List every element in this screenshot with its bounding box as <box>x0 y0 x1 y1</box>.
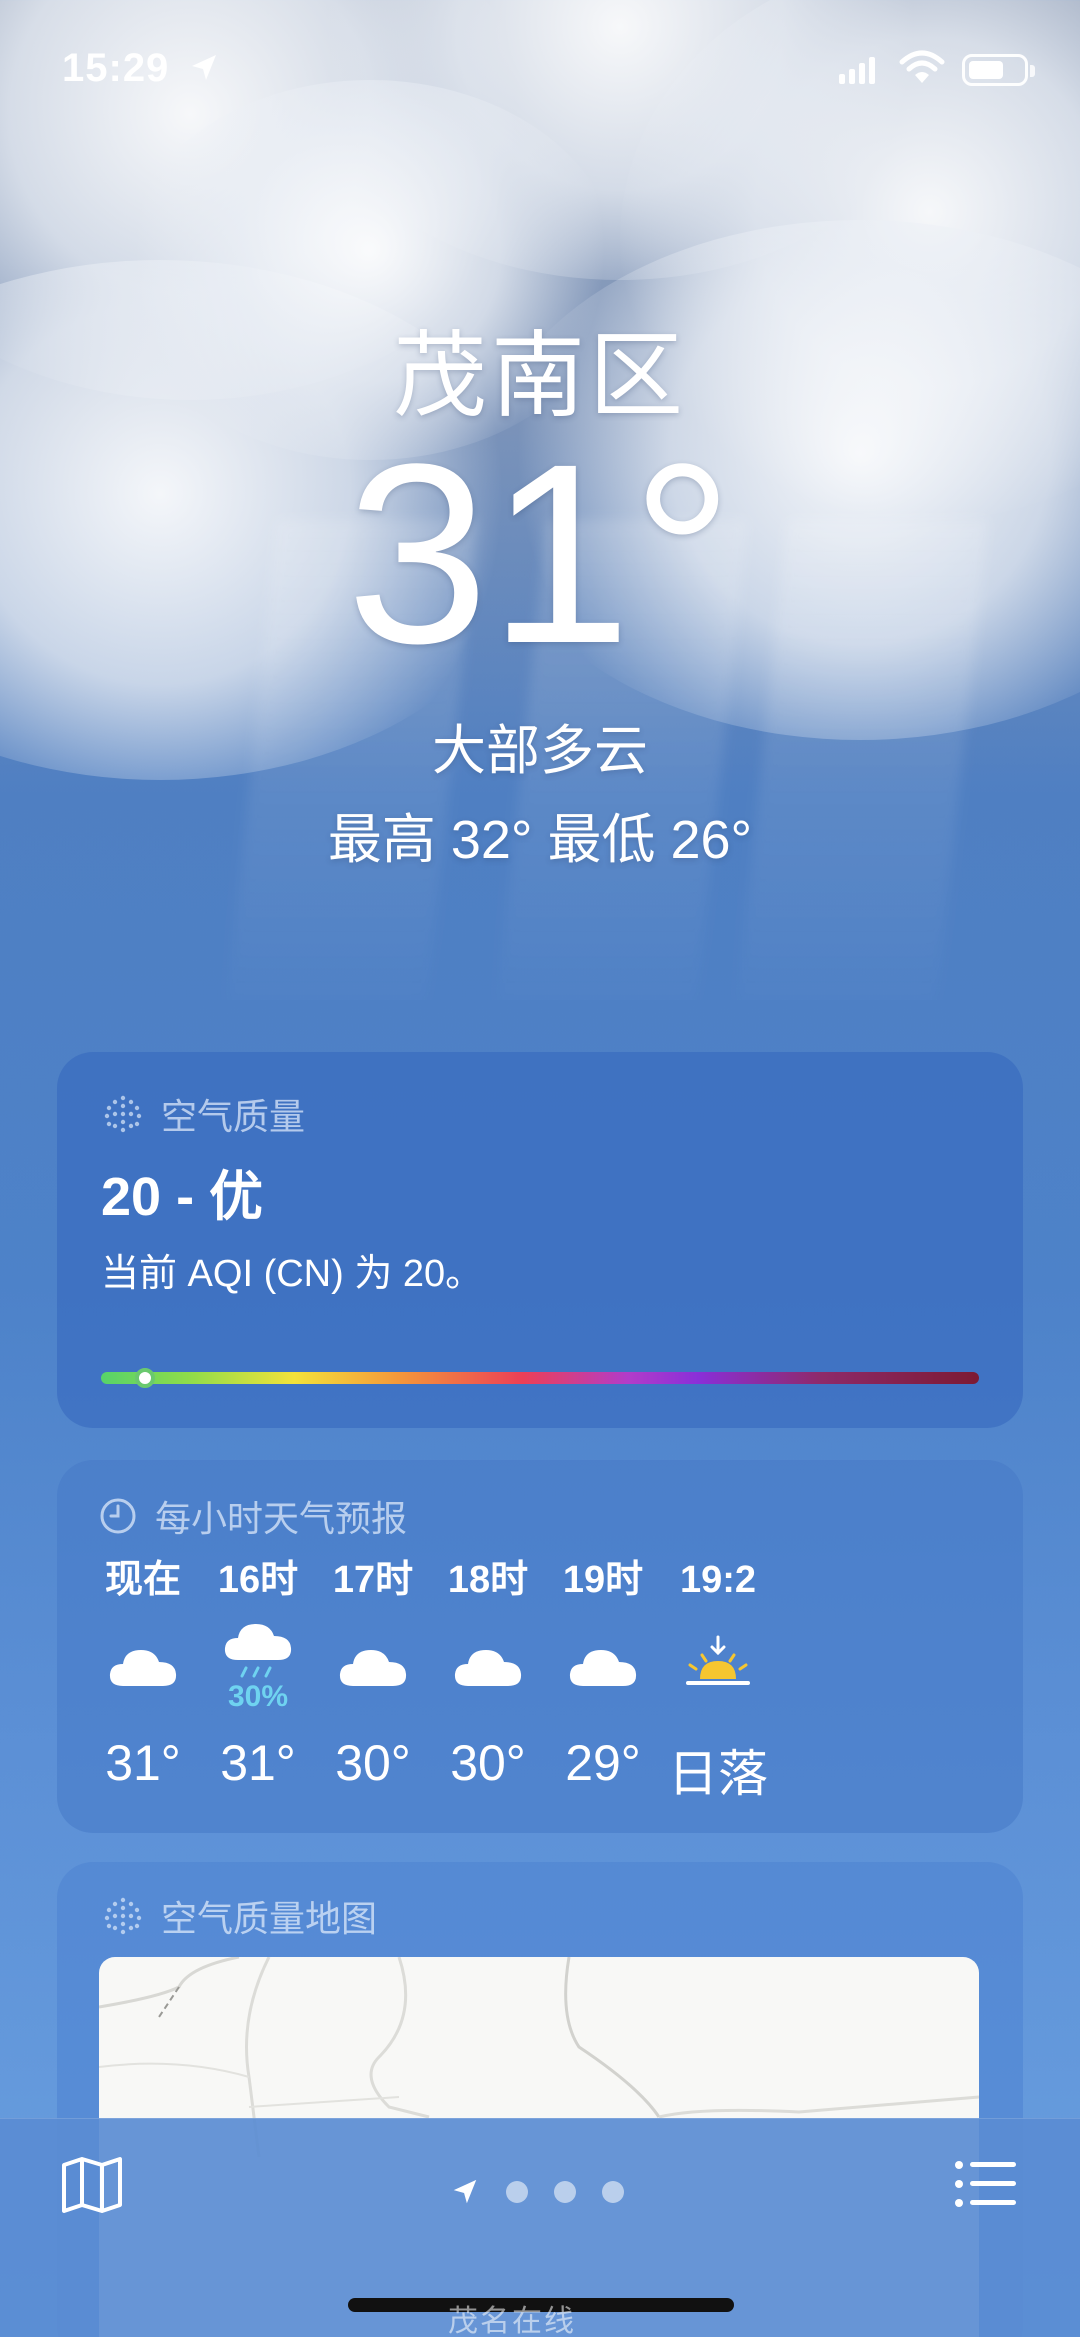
hour-label: 19时 <box>562 1559 644 1601</box>
precip-chance: 30% <box>227 1680 289 1713</box>
hour-temp: 31° <box>105 1735 181 1791</box>
cloud-icon <box>83 1610 203 1720</box>
hourly-item: 19时 29° <box>543 1550 663 1792</box>
page-indicator[interactable] <box>450 2177 624 2207</box>
air-quality-card[interactable]: 空气质量 20 - 优 当前 AQI (CN) 为 20。 <box>57 1052 1023 1428</box>
air-map-header: 空气质量地图 <box>103 1890 377 1942</box>
hour-temp: 29° <box>565 1735 641 1791</box>
map-icon[interactable] <box>60 2155 124 2215</box>
hourly-item: 19:2 日落 <box>658 1550 778 1806</box>
status-time: 15:29 <box>62 46 170 90</box>
hour-label: 16时 <box>217 1559 299 1601</box>
air-dots-icon <box>103 1896 143 1936</box>
hourly-title: 每小时天气预报 <box>155 1498 408 1539</box>
hour-temp: 30° <box>335 1735 411 1791</box>
page-dot[interactable] <box>602 2181 624 2203</box>
hourly-item: 17时 30° <box>313 1550 433 1792</box>
aqi-scale-bar <box>101 1372 979 1384</box>
hourly-item: 现在 31° <box>83 1550 203 1792</box>
status-bar: 15:29 <box>0 40 1080 100</box>
clock-icon <box>99 1497 137 1535</box>
current-location-icon[interactable] <box>450 2177 480 2207</box>
high-low-text: 最高 32° 最低 26° <box>327 810 753 870</box>
air-quality-title: 空气质量 <box>161 1096 306 1137</box>
hour-temp: 日落 <box>668 1746 768 1802</box>
page-dot[interactable] <box>506 2181 528 2203</box>
aqi-level-indicator <box>134 1368 155 1388</box>
location-arrow-icon <box>192 55 216 80</box>
current-weather: 茂南区 31° 大部多云 最高 32° 最低 26° <box>0 300 1080 874</box>
hour-label: 18时 <box>447 1559 529 1601</box>
page-dot[interactable] <box>554 2181 576 2203</box>
wifi-icon <box>899 50 945 83</box>
hour-temp: 30° <box>450 1735 526 1791</box>
cloud-rain-icon: 30% <box>198 1610 318 1720</box>
battery-icon <box>962 54 1035 86</box>
hour-label: 19:2 <box>679 1559 757 1601</box>
current-temperature: 31° <box>346 411 734 697</box>
condition-text: 大部多云 <box>432 721 648 781</box>
hourly-item: 16时 30% 31° <box>198 1550 318 1792</box>
cloud-icon <box>543 1610 663 1720</box>
hourly-scroll[interactable]: 现在 31° 16时 30% 31° 17时 30° 18时 30° 19时 29° 19:2 日落 <box>57 1550 1023 1820</box>
air-map-title: 空气质量地图 <box>161 1898 378 1939</box>
hourly-header: 每小时天气预报 <box>99 1490 407 1542</box>
watermark: 茂名在线 <box>448 2305 576 2337</box>
air-dots-icon <box>103 1094 143 1134</box>
list-icon[interactable] <box>954 2159 1018 2209</box>
aqi-description: 当前 AQI (CN) 为 20。 <box>101 1253 484 1295</box>
cloud-icon <box>428 1610 548 1720</box>
hourly-item: 18时 30° <box>428 1550 548 1792</box>
air-quality-header: 空气质量 <box>103 1088 305 1140</box>
cloud-icon <box>313 1610 433 1720</box>
hour-label: 现在 <box>104 1559 181 1601</box>
cellular-signal-icon <box>839 57 875 84</box>
hourly-forecast-card[interactable]: 每小时天气预报 现在 31° 16时 30% 31° 17时 30° 18时 30° 19时 29°… <box>57 1460 1023 1833</box>
aqi-value: 20 - 优 <box>101 1167 264 1227</box>
hour-temp: 31° <box>220 1735 296 1791</box>
hour-label: 17时 <box>332 1559 414 1601</box>
sunset-icon <box>658 1610 778 1720</box>
